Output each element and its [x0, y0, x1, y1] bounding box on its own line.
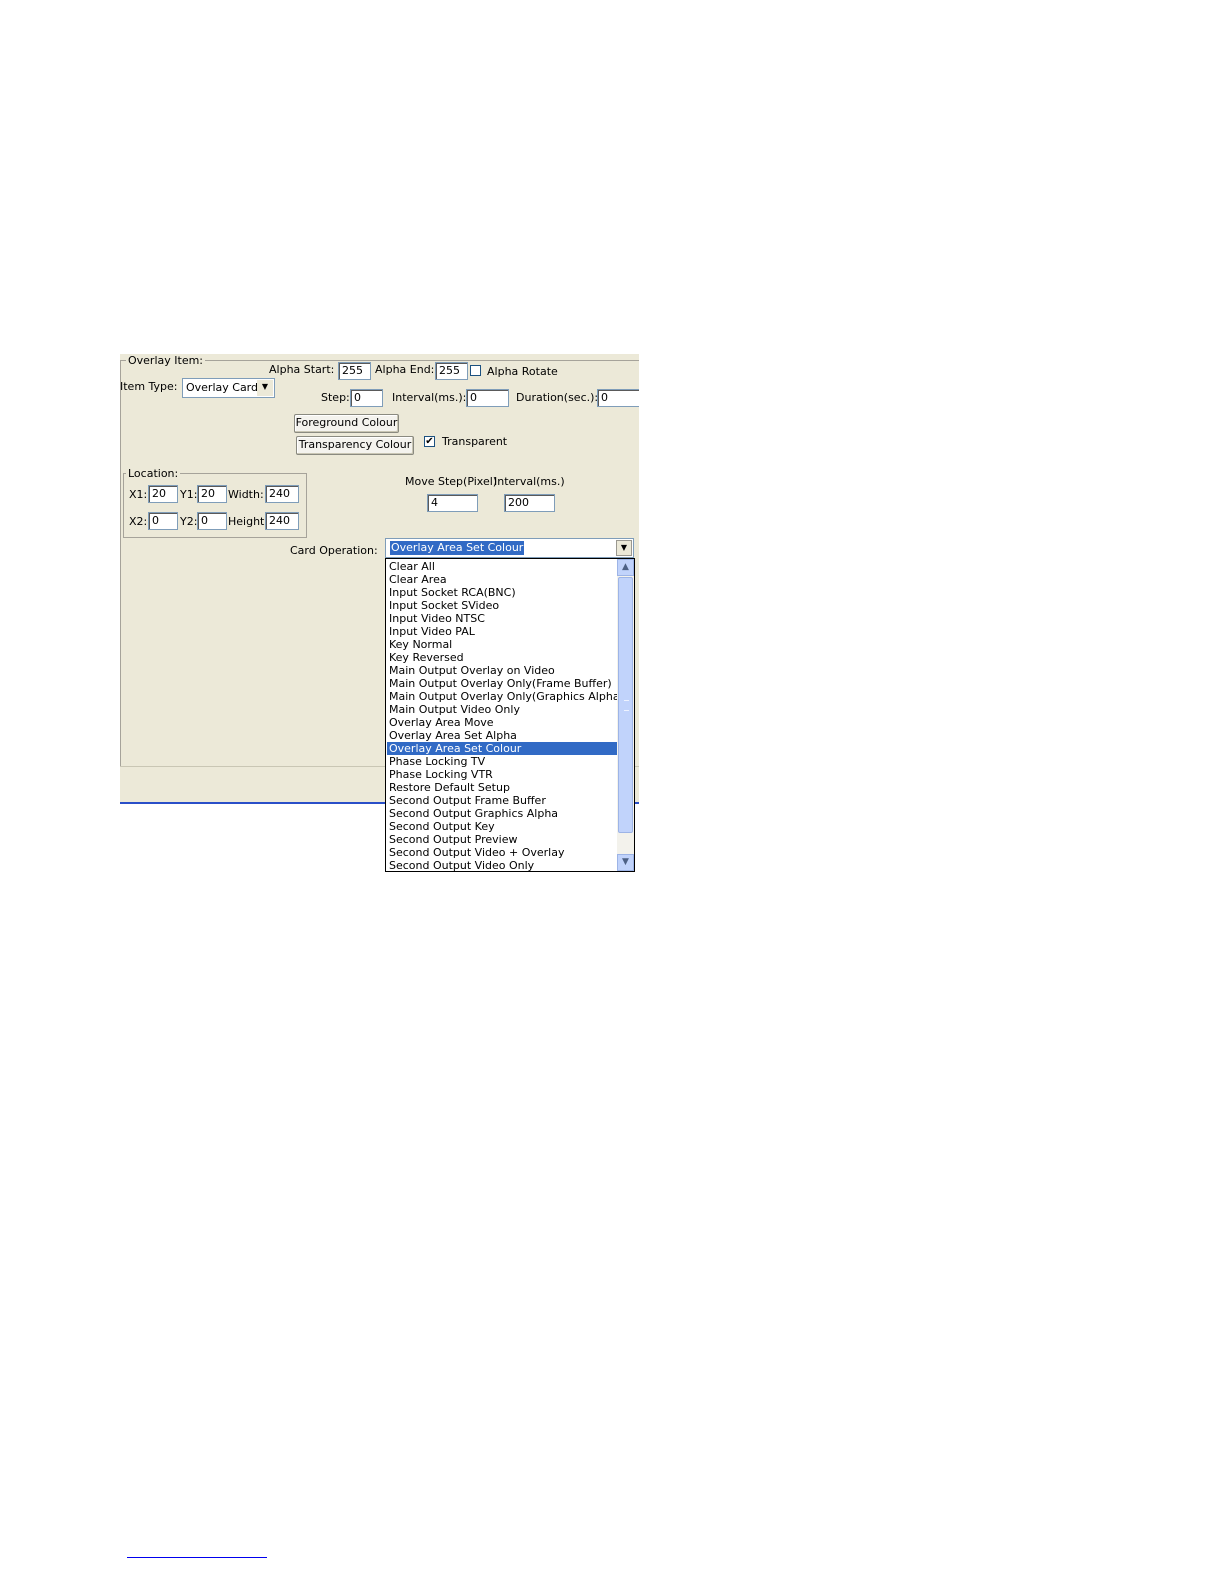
card-operation-area — [120, 536, 121, 766]
move-interval-label: Interval(ms.) — [494, 475, 565, 488]
foreground-colour-button[interactable]: Foreground Colour — [294, 414, 399, 433]
x1-input[interactable]: 20 — [148, 485, 178, 503]
grip-icon — [624, 700, 629, 711]
item-type-select[interactable]: Overlay Card ▼ — [182, 378, 275, 398]
y1-input[interactable]: 20 — [197, 485, 227, 503]
dropdown-option[interactable]: Main Output Video Only — [387, 703, 617, 716]
dropdown-option[interactable]: Restore Default Setup — [387, 781, 617, 794]
dropdown-option[interactable]: Phase Locking VTR — [387, 768, 617, 781]
item-type-value: Overlay Card — [186, 381, 258, 394]
move-step-label: Move Step(Pixel) — [405, 475, 498, 488]
dropdown-option[interactable]: Main Output Overlay on Video — [387, 664, 617, 677]
footer-link-underline — [127, 1557, 267, 1558]
scroll-thumb[interactable] — [618, 577, 633, 833]
dropdown-option[interactable]: Clear Area — [387, 573, 617, 586]
duration-input[interactable]: 0 — [597, 389, 639, 407]
width-input[interactable]: 240 — [265, 485, 299, 503]
y2-input[interactable]: 0 — [197, 512, 227, 530]
move-step-input[interactable]: 4 — [427, 494, 478, 512]
overlay-item-group-label: Overlay Item: — [126, 354, 206, 367]
x2-label: X2: — [129, 515, 148, 528]
chevron-down-icon[interactable]: ▼ — [616, 540, 632, 556]
dropdown-option[interactable]: Second Output Video + Overlay — [387, 846, 617, 859]
dropdown-option[interactable]: Overlay Area Set Alpha — [387, 729, 617, 742]
dropdown-option[interactable]: Second Output Frame Buffer — [387, 794, 617, 807]
dropdown-option[interactable]: Second Output Preview — [387, 833, 617, 846]
item-type-label: Item Type: — [120, 380, 178, 393]
dropdown-option[interactable]: Second Output Graphics Alpha — [387, 807, 617, 820]
card-operation-value: Overlay Area Set Colour — [390, 541, 525, 555]
dropdown-option[interactable]: Main Output Overlay Only(Graphics Alpha) — [387, 690, 624, 703]
chevron-down-icon[interactable]: ▼ — [257, 380, 273, 396]
dropdown-option[interactable]: Overlay Area Move — [387, 716, 617, 729]
alpha-end-input[interactable]: 255 — [435, 362, 468, 380]
dropdown-option[interactable]: Input Video NTSC — [387, 612, 617, 625]
dropdown-scrollbar[interactable]: ▲ ▼ — [617, 559, 634, 871]
location-group-label: Location: — [126, 467, 181, 480]
duration-label: Duration(sec.): — [516, 391, 599, 404]
card-operation-label: Card Operation: — [290, 544, 378, 557]
transparent-label: Transparent — [442, 435, 508, 448]
alpha-rotate-label: Alpha Rotate — [487, 365, 558, 378]
transparency-colour-button[interactable]: Transparency Colour — [296, 436, 414, 455]
y2-label: Y2: — [180, 515, 198, 528]
width-label: Width: — [228, 488, 264, 501]
dropdown-options: Clear All Clear Area Input Socket RCA(BNC)… — [387, 560, 624, 871]
dropdown-option[interactable]: Second Output Key — [387, 820, 617, 833]
dropdown-option[interactable]: Main Output Overlay Only(Frame Buffer) — [387, 677, 617, 690]
step-label: Step: — [321, 391, 350, 404]
card-operation-select[interactable]: Overlay Area Set Colour ▼ — [385, 538, 634, 558]
dropdown-option[interactable]: Second Output Video Only — [387, 859, 617, 871]
height-input[interactable]: 240 — [265, 512, 299, 530]
interval-label: Interval(ms.): — [392, 391, 467, 404]
dropdown-option[interactable]: Clear All — [387, 560, 617, 573]
dropdown-option[interactable]: Input Video PAL — [387, 625, 617, 638]
x1-label: X1: — [129, 488, 148, 501]
interval-input[interactable]: 0 — [466, 389, 509, 407]
dropdown-option[interactable]: Input Socket RCA(BNC) — [387, 586, 617, 599]
dropdown-option[interactable]: Overlay Area Set Colour — [387, 742, 617, 755]
move-interval-input[interactable]: 200 — [504, 494, 555, 512]
x2-input[interactable]: 0 — [148, 512, 178, 530]
dropdown-option[interactable]: Phase Locking TV — [387, 755, 617, 768]
dropdown-option[interactable]: Key Reversed — [387, 651, 617, 664]
dropdown-option[interactable]: Input Socket SVideo — [387, 599, 617, 612]
card-operation-dropdown-list[interactable]: Clear All Clear Area Input Socket RCA(BNC)… — [385, 558, 635, 872]
y1-label: Y1: — [180, 488, 198, 501]
scroll-down-icon[interactable]: ▼ — [617, 854, 634, 871]
step-input[interactable]: 0 — [350, 389, 383, 407]
transparent-checkbox[interactable]: ✔ — [424, 436, 435, 447]
alpha-start-input[interactable]: 255 — [338, 362, 371, 380]
alpha-end-label: Alpha End: — [375, 363, 435, 376]
dropdown-option[interactable]: Key Normal — [387, 638, 617, 651]
height-label: Height: — [228, 515, 269, 528]
alpha-start-label: Alpha Start: — [269, 363, 335, 376]
scroll-up-icon[interactable]: ▲ — [617, 559, 634, 576]
alpha-rotate-checkbox[interactable] — [470, 365, 481, 376]
